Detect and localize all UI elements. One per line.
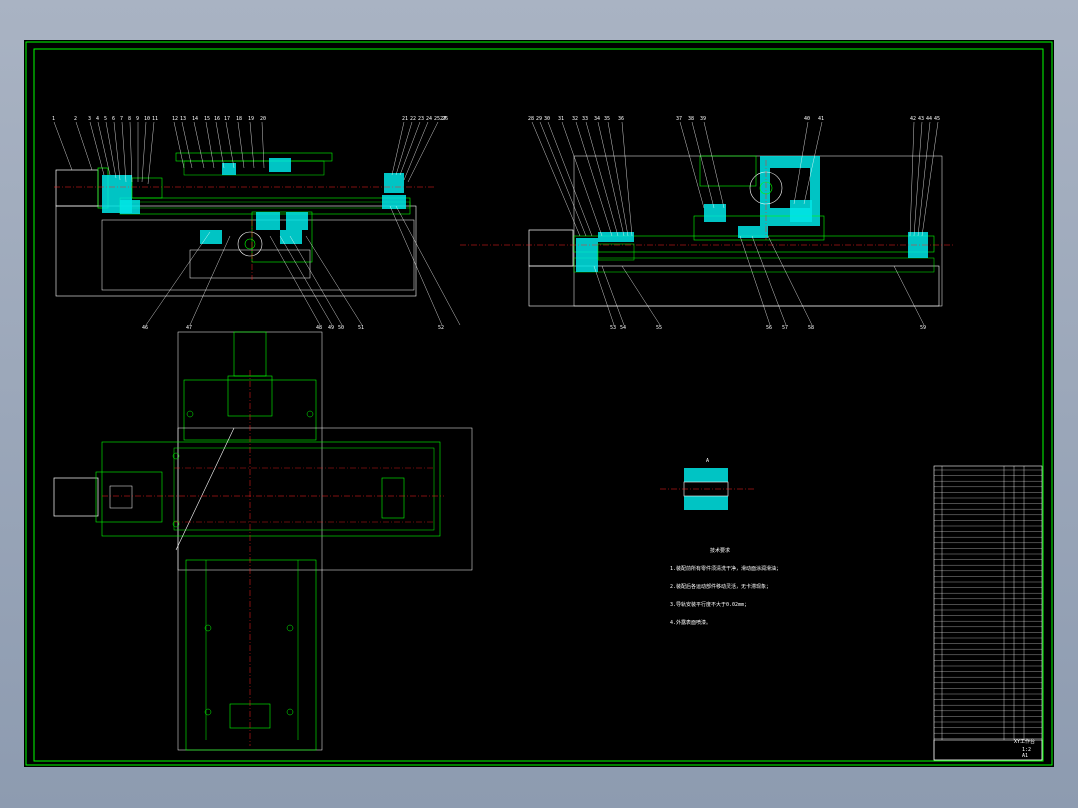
front-view-callout-3: 3 — [88, 116, 92, 122]
notes-line-1: 1.装配前所有零件须清洗干净，滑动面涂润滑油； — [670, 566, 782, 572]
side-view-callout-42: 42 — [910, 116, 917, 122]
front-view-callout-23: 23 — [418, 116, 425, 122]
front-view-callout-8: 8 — [128, 116, 132, 122]
side-view-callout-45: 45 — [934, 116, 941, 122]
side-view-callout-43: 43 — [918, 116, 925, 122]
front-view-callout-47: 47 — [186, 325, 193, 331]
side-view-callout-55: 55 — [656, 325, 663, 331]
side-view-callout-29: 29 — [536, 116, 543, 122]
front-view-callout-10: 10 — [144, 116, 151, 122]
front-view-callout-51: 51 — [358, 325, 365, 331]
front-view-callout-49: 49 — [328, 325, 335, 331]
side-view-callout-54: 54 — [620, 325, 627, 331]
front-view-callout-21: 21 — [402, 116, 409, 122]
side-view-callout-38: 38 — [688, 116, 695, 122]
front-view-callout-14: 14 — [192, 116, 199, 122]
side-view-callout-40: 40 — [804, 116, 811, 122]
side-view-callout-30: 30 — [544, 116, 551, 122]
side-view-callout-53: 53 — [610, 325, 617, 331]
side-view-callout-44: 44 — [926, 116, 933, 122]
front-view-callout-4: 4 — [96, 116, 100, 122]
front-view-callout-11: 11 — [152, 116, 159, 122]
side-view-callout-33: 33 — [582, 116, 589, 122]
front-view-callout-17: 17 — [224, 116, 231, 122]
detail-a-label: A — [706, 458, 710, 464]
front-view-callout-7: 7 — [120, 116, 124, 122]
drawing-canvas[interactable]: 1 2 3 4 5 6 7 8 9 10 11 12 13 14 15 16 17 18 19 20 21 22 23 24 2… — [24, 40, 1054, 767]
detail-a-view — [660, 468, 756, 510]
front-view-callout-24: 24 — [426, 116, 433, 122]
side-view-callout-41: 41 — [818, 116, 825, 122]
side-view-callout-34: 34 — [594, 116, 601, 122]
side-view-callout-59: 59 — [920, 325, 927, 331]
front-view-callout-18: 18 — [236, 116, 243, 122]
front-view-callout-2: 2 — [74, 116, 78, 122]
title-block-sheet: A1 — [1022, 753, 1029, 759]
front-view-callout-16: 16 — [214, 116, 221, 122]
front-view-callout-22: 22 — [410, 116, 417, 122]
front-view-callout-52: 52 — [438, 325, 445, 331]
side-view-callout-39: 39 — [700, 116, 707, 122]
technical-notes: 技术要求 1.装配前所有零件须清洗干净，滑动面涂润滑油； 2.装配后各运动部件移… — [670, 536, 781, 638]
side-view-callout-28: 28 — [528, 116, 535, 122]
side-section-view — [460, 121, 954, 326]
side-view-callout-37: 37 — [676, 116, 683, 122]
side-view-callout-56: 56 — [766, 325, 773, 331]
side-view-callout-36: 36 — [618, 116, 625, 122]
side-view-callout-35: 35 — [604, 116, 611, 122]
front-view-callout-48: 48 — [316, 325, 323, 331]
notes-line-4: 4.外露表面喷漆。 — [670, 620, 712, 626]
cad-drawing — [25, 41, 1053, 766]
front-view-callout-27: 27 — [440, 116, 447, 122]
side-view-callout-58: 58 — [808, 325, 815, 331]
front-view-callout-50: 50 — [338, 325, 345, 331]
side-view-callout-57: 57 — [782, 325, 789, 331]
front-view-callout-13: 13 — [180, 116, 187, 122]
front-view-callout-1: 1 — [52, 116, 56, 122]
front-view-callout-5: 5 — [104, 116, 108, 122]
notes-line-2: 2.装配后各运动部件移动灵活，无卡滞现象； — [670, 584, 772, 590]
front-view-callout-19: 19 — [248, 116, 255, 122]
outer-frame — [25, 41, 1053, 766]
front-view-callout-46: 46 — [142, 325, 149, 331]
side-view-callout-31: 31 — [558, 116, 565, 122]
title-block — [933, 465, 1043, 761]
notes-line-3: 3.导轨安装平行度不大于0.02mm； — [670, 602, 750, 608]
front-view-callout-12: 12 — [172, 116, 179, 122]
notes-title: 技术要求 — [710, 548, 731, 554]
front-view-callout-15: 15 — [204, 116, 211, 122]
front-view-callout-9: 9 — [136, 116, 140, 122]
title-block-name: XY工作台 — [1014, 739, 1036, 745]
front-view-callout-20: 20 — [260, 116, 267, 122]
front-section-view — [53, 121, 461, 326]
front-view-callout-6: 6 — [112, 116, 116, 122]
side-view-callout-32: 32 — [572, 116, 579, 122]
plan-view — [53, 331, 473, 751]
